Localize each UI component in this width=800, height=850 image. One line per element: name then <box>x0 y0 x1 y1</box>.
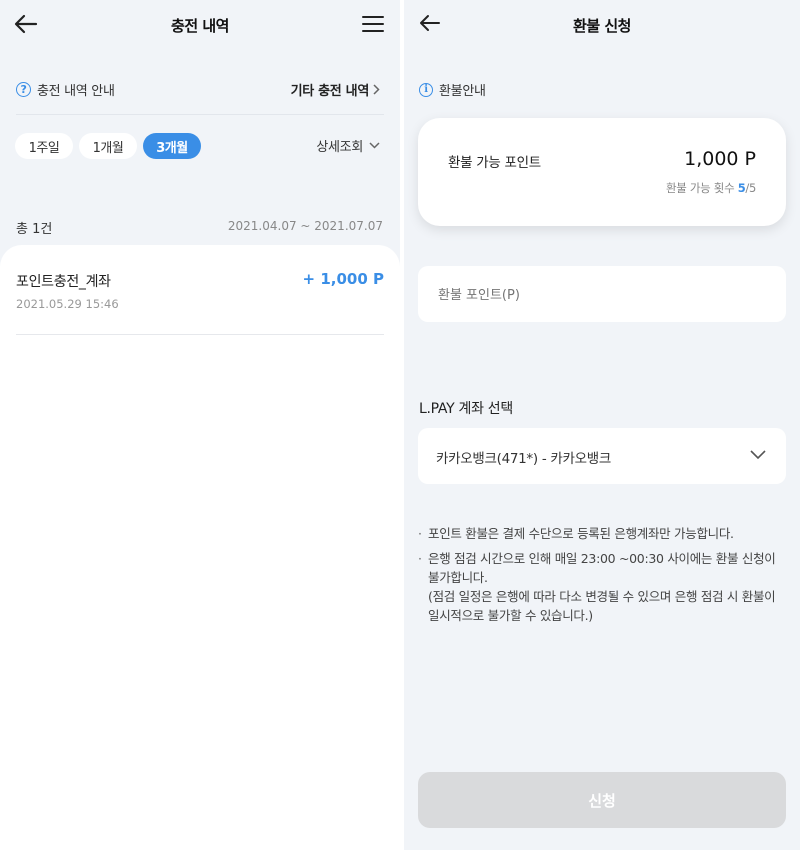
charge-guide-link[interactable]: ? 충전 내역 안내 <box>16 80 115 99</box>
period-1week-button[interactable]: 1주일 <box>15 133 73 159</box>
detail-search-label: 상세조회 <box>316 140 363 155</box>
refundable-points-card: 환불 가능 포인트 1,000 P 환불 가능 횟수 5/5 <box>418 118 786 226</box>
question-circle-icon: ? <box>16 82 31 97</box>
period-3month-button[interactable]: 3개월 <box>143 133 201 159</box>
transaction-title: 포인트충전_계좌 <box>16 274 111 290</box>
chevron-down-icon <box>369 142 380 149</box>
refund-amount-field[interactable] <box>418 266 786 324</box>
page-title: 환불 신청 <box>573 17 631 35</box>
note-subtext: (점검 일정은 은행에 따라 다소 변경될 수 있으며 은행 점검 시 환불이 … <box>428 589 776 623</box>
refund-guide-link[interactable]: i 환불안내 <box>419 80 486 99</box>
refund-count-total: /5 <box>745 181 756 195</box>
charge-history-screen: 충전 내역 ? 충전 내역 안내 기타 충전 내역 1주일 1개월 3개월 상세… <box>0 0 400 850</box>
refund-notes: · 포인트 환불은 결제 수단으로 등록된 은행계좌만 가능합니다. · 은행 … <box>418 524 788 625</box>
charge-guide-label: 충전 내역 안내 <box>37 84 115 99</box>
submit-button[interactable]: 신청 <box>418 772 786 828</box>
note-text: 포인트 환불은 결제 수단으로 등록된 은행계좌만 가능합니다. <box>428 526 734 541</box>
refundable-points-label: 환불 가능 포인트 <box>448 155 541 171</box>
account-select[interactable]: 카카오뱅크(471*) - 카카오뱅크 <box>418 428 786 484</box>
note-text: 은행 점검 시간으로 인해 매일 23:00 ~00:30 사이에는 환불 신청… <box>428 551 776 585</box>
refundable-points-value: 1,000 P <box>684 148 756 170</box>
chevron-right-icon <box>373 84 380 95</box>
info-circle-icon: i <box>419 82 433 97</box>
refund-count: 환불 가능 횟수 5/5 <box>666 180 756 196</box>
total-count: 총 1건 <box>16 222 53 237</box>
other-charge-history-label: 기타 충전 내역 <box>290 84 370 99</box>
note-item: · 포인트 환불은 결제 수단으로 등록된 은행계좌만 가능합니다. <box>418 526 734 541</box>
hamburger-menu-icon[interactable] <box>360 13 386 35</box>
transaction-datetime: 2021.05.29 15:46 <box>16 297 119 311</box>
account-section-label: L.PAY 계좌 선택 <box>419 401 513 417</box>
period-1month-button[interactable]: 1개월 <box>79 133 137 159</box>
other-charge-history-link[interactable]: 기타 충전 내역 <box>291 80 380 99</box>
date-range: 2021.04.07 ~ 2021.07.07 <box>227 219 383 233</box>
detail-search-button[interactable]: 상세조회 <box>316 136 380 155</box>
chevron-down-icon <box>750 450 766 460</box>
transaction-amount: + 1,000 P <box>302 270 384 288</box>
refund-guide-label: 환불안내 <box>439 84 486 99</box>
divider <box>16 334 384 335</box>
divider <box>16 114 384 115</box>
note-item: · 은행 점검 시간으로 인해 매일 23:00 ~00:30 사이에는 환불 … <box>418 549 788 625</box>
refund-amount-input[interactable] <box>436 266 770 324</box>
transaction-row[interactable]: 포인트충전_계좌 2021.05.29 15:46 + 1,000 P <box>16 265 384 335</box>
refund-request-screen: 환불 신청 i 환불안내 환불 가능 포인트 1,000 P 환불 가능 횟수 … <box>404 0 800 850</box>
refund-count-label: 환불 가능 횟수 <box>665 181 735 195</box>
selected-account: 카카오뱅크(471*) - 카카오뱅크 <box>436 451 612 467</box>
transaction-list: 포인트충전_계좌 2021.05.29 15:46 + 1,000 P <box>0 245 400 850</box>
page-title: 충전 내역 <box>171 17 229 35</box>
